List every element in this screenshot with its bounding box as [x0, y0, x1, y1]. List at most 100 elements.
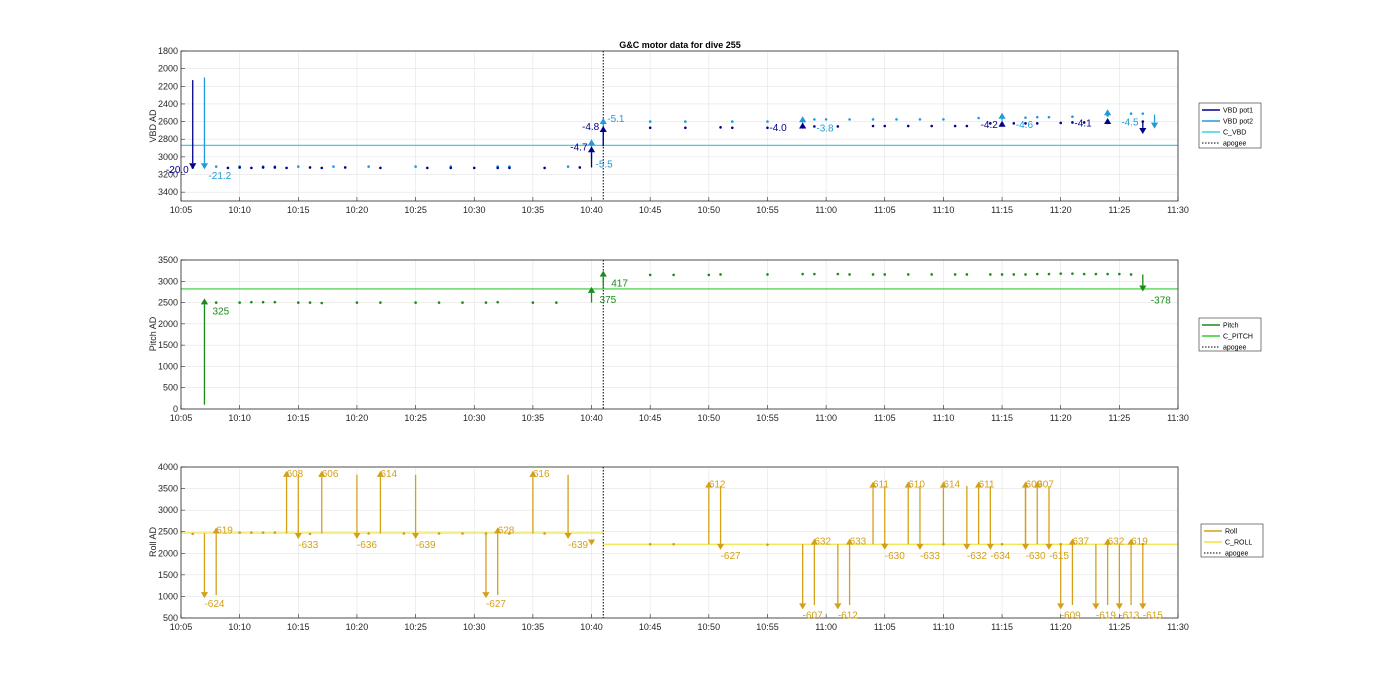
pitch-point [766, 273, 769, 276]
vbd-ylabel: VBD AD [148, 109, 158, 143]
roll-xtick-label: 10:40 [580, 622, 603, 632]
vbd-pot2-point [895, 118, 898, 121]
vbd-pot2-point [566, 165, 570, 168]
roll-point [766, 543, 769, 546]
vbd-title: G&C motor data for dive 255 [619, 40, 741, 50]
roll-arrow-label: -607 [803, 610, 823, 621]
roll-point [250, 531, 253, 534]
vbd-pot2-arrow-label: -21.2 [208, 171, 231, 182]
roll-arrow-label: -619 [1096, 610, 1116, 621]
roll-point [367, 532, 370, 535]
pitch-point [1129, 273, 1133, 276]
vbd-xtick-label: 10:25 [404, 205, 427, 215]
vbd-pot1-point [836, 125, 840, 128]
pitch-ytick-label: 1500 [158, 340, 178, 350]
pitch-panel: 10:05 10:10 10:15 10:20 10:25 10:30 10:35 10:40… [148, 255, 1262, 423]
roll-arrow-label: -627 [486, 599, 506, 610]
pitch-xtick-label: 10:45 [639, 413, 662, 423]
vbd-xtick-label: 11:20 [1050, 205, 1072, 215]
roll-arrow-label: 606 [322, 469, 339, 480]
pitch-point [883, 273, 887, 276]
roll-legend-entry: C_ROLL [1225, 540, 1252, 547]
pitch-xtick-label: 10:10 [228, 413, 251, 423]
vbd-pot1-point [226, 166, 230, 170]
pitch-point [801, 272, 804, 276]
roll-ytick-label: 3500 [158, 484, 178, 494]
roll-ytick-label: 1000 [158, 591, 178, 601]
roll-arrow-label: -630 [1026, 551, 1046, 562]
vbd-ytick-label: 3000 [158, 152, 178, 162]
pitch-axes-bg [181, 260, 1178, 409]
vbd-xtick-label: 10:10 [228, 205, 251, 215]
vbd-ytick-label: 2600 [158, 117, 178, 127]
pitch-ytick-label: 500 [163, 383, 178, 393]
vbd-pot1-point [238, 166, 241, 169]
vbd-pot1-point [883, 124, 887, 128]
vbd-pot1-point [730, 126, 734, 130]
pitch-point [555, 301, 558, 304]
vbd-pot2-point [942, 118, 945, 121]
roll-xtick-label: 11:20 [1050, 622, 1072, 632]
vbd-ytick-label: 2400 [158, 99, 178, 109]
roll-xtick-label: 11:05 [874, 622, 896, 632]
vbd-pot1-point [250, 166, 253, 170]
roll-ytick-label: 3000 [158, 505, 178, 515]
roll-arrow-label: -613 [1119, 610, 1139, 621]
pitch-point [1024, 273, 1027, 276]
roll-point [308, 532, 312, 536]
vbd-pot1-point [1071, 121, 1074, 124]
pitch-xtick-label: 11:10 [932, 413, 954, 423]
vbd-pot2-point [977, 116, 980, 120]
vbd-pot1-point [906, 124, 910, 128]
pitch-legend-entry: Pitch [1223, 323, 1239, 330]
pitch-arrow-label: 325 [212, 306, 229, 317]
roll-ytick-label: 2000 [158, 548, 178, 558]
roll-xtick-label: 10:05 [170, 622, 193, 632]
vbd-pot1-point [320, 166, 324, 170]
pitch-xtick-label: 11:00 [815, 413, 837, 423]
roll-arrow-label: 616 [533, 469, 550, 480]
roll-ytick-label: 500 [163, 613, 178, 623]
vbd-xtick-label: 11:25 [1108, 205, 1130, 215]
vbd-xtick-label: 11:00 [815, 205, 837, 215]
vbd-xtick-label: 11:30 [1167, 205, 1189, 215]
vbd-pot2-point [367, 165, 370, 168]
roll-arrow-label: -612 [838, 610, 858, 621]
vbd-legend-entry: C_VBD [1223, 130, 1246, 137]
roll-xtick-label: 10:35 [522, 622, 545, 632]
roll-arrow-label: 637 [1072, 537, 1089, 548]
roll-arrow-label: 610 [908, 480, 925, 491]
roll-arrow-label: -634 [990, 551, 1010, 562]
roll-xtick-label: 10:30 [463, 622, 486, 632]
vbd-ytick-label: 1800 [158, 46, 178, 56]
vbd-pot1-point [953, 124, 957, 128]
pitch-ytick-label: 1000 [158, 361, 178, 371]
roll-ytick-label: 2500 [158, 527, 178, 537]
vbd-pot1-point [684, 126, 687, 130]
pitch-xtick-label: 10:55 [756, 413, 779, 423]
pitch-point [871, 273, 875, 276]
roll-xtick-label: 10:50 [698, 622, 721, 632]
vbd-xtick-label: 11:15 [991, 205, 1013, 215]
pitch-point [261, 300, 265, 304]
roll-point [1000, 542, 1004, 546]
roll-xtick-label: 11:00 [815, 622, 837, 632]
vbd-pot1-point [449, 166, 453, 170]
vbd-xtick-label: 10:55 [756, 205, 779, 215]
roll-arrow-label: -615 [1049, 551, 1069, 562]
pitch-xtick-label: 11:15 [991, 413, 1013, 423]
roll-point [238, 531, 241, 534]
roll-arrow-label: 614 [380, 469, 397, 480]
roll-xtick-label: 10:45 [639, 622, 662, 632]
vbd-pot2-point [918, 118, 922, 121]
roll-arrow-label: 614 [943, 480, 960, 491]
vbd-pot2-point [648, 120, 652, 123]
roll-point [402, 532, 406, 535]
roll-point [191, 532, 195, 536]
vbd-pot2-arrow-label: -5.5 [596, 160, 614, 171]
vbd-pot1-point [578, 166, 582, 169]
roll-point [461, 532, 464, 535]
pitch-point [320, 301, 324, 305]
roll-arrow-label: 619 [1131, 537, 1148, 548]
vbd-legend: VBD pot1 VBD pot2 C_VBDapogee [1198, 102, 1262, 149]
